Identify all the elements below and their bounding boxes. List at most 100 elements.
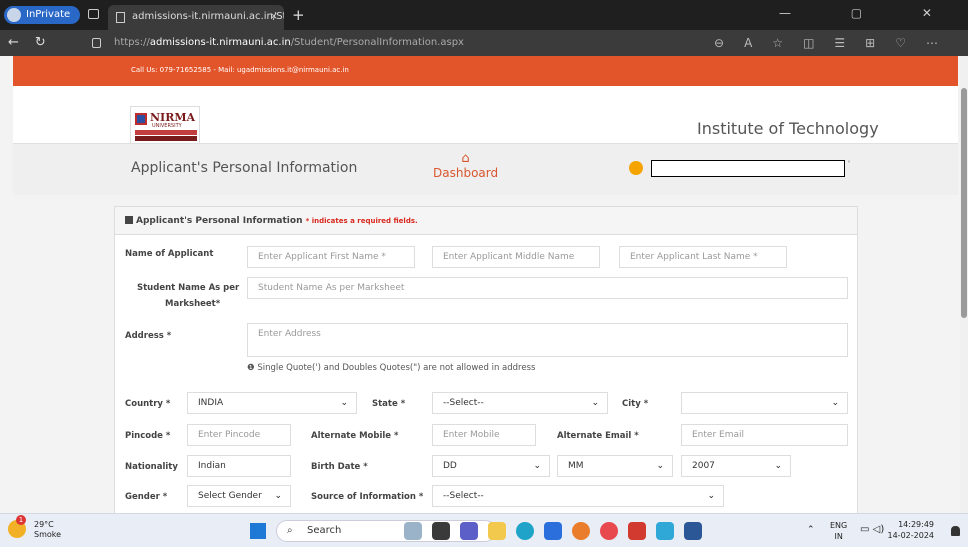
alt-email-label: Alternate Email * — [557, 431, 639, 441]
new-tab-button[interactable]: + — [292, 6, 305, 24]
page-scrollbar[interactable] — [960, 56, 968, 513]
zoom-icon[interactable]: ⊖ — [714, 36, 744, 50]
marksheet-name-input[interactable]: Student Name As per Marksheet — [247, 277, 848, 299]
read-aloud-icon[interactable]: A — [744, 36, 772, 50]
nirma-logo[interactable]: NIRMA UNIVERSITY — [130, 106, 200, 145]
weather-text: 29°C Smoke — [34, 520, 61, 540]
media-player-icon[interactable] — [628, 522, 646, 540]
address-bar: ←↻ https://admissions-it.nirmauni.ac.in/… — [0, 30, 968, 56]
nav-buttons[interactable]: ←↻ — [8, 35, 62, 50]
network-sound-icon[interactable]: ▭ ◁) — [860, 524, 884, 535]
state-label: State * — [372, 399, 406, 409]
browser-tab-bar: InPrivate admissions-it.nirmauni.ac.in/S… — [0, 0, 968, 30]
tab-close-icon[interactable]: × — [270, 5, 278, 29]
lock-icon[interactable] — [92, 38, 101, 48]
teams-icon[interactable] — [460, 522, 478, 540]
scrollbar-thumb[interactable] — [961, 88, 967, 318]
weather-desc: Smoke — [34, 530, 62, 539]
middle-name-input[interactable]: Enter Applicant Middle Name — [432, 246, 600, 268]
page-subheader: Applicant's Personal Information ⌂ Dashb… — [13, 143, 958, 195]
user-name-redacted[interactable] — [651, 160, 845, 177]
birth-date-label: Birth Date * — [311, 462, 368, 472]
panel-heading: Applicant's Personal Information * indic… — [115, 207, 857, 235]
dashboard-link[interactable]: ⌂ Dashboard — [433, 152, 499, 181]
gender-select[interactable]: Select Gender ⌄ — [187, 485, 291, 507]
contact-strip: Call Us: 079-71652585 - Mail: ugadmissio… — [13, 56, 958, 86]
source-select[interactable]: --Select-- ⌄ — [432, 485, 724, 507]
window-controls[interactable]: — ▢ ✕ — [779, 6, 960, 20]
chevron-up-icon[interactable]: ⌃ — [807, 525, 815, 535]
panel-title: Applicant's Personal Information — [136, 216, 303, 226]
search-icon: ⌕ — [287, 525, 293, 536]
tab-actions-icon[interactable] — [88, 9, 99, 19]
browser-toolbar: ⊖A☆◫☰⊞♡⋯ — [714, 36, 958, 50]
country-select[interactable]: INDIA ⌄ — [187, 392, 357, 414]
url-field[interactable]: https://admissions-it.nirmauni.ac.in/Stu… — [114, 37, 464, 48]
state-select[interactable]: --Select-- ⌄ — [432, 392, 608, 414]
inprivate-badge[interactable]: InPrivate — [4, 6, 80, 24]
split-screen-icon[interactable]: ◫ — [803, 36, 834, 50]
word-icon[interactable] — [684, 522, 702, 540]
logo-sub: UNIVERSITY — [152, 123, 182, 129]
clock[interactable]: 14:29:49 14-02-2024 — [888, 519, 935, 541]
birth-year-select[interactable]: 2007 ⌄ — [681, 455, 791, 477]
search-label: Search — [307, 525, 342, 536]
birth-day-select[interactable]: DD ⌄ — [432, 455, 550, 477]
widgets-icon[interactable] — [404, 522, 422, 540]
favorites-list-icon[interactable]: ☰ — [834, 36, 865, 50]
marksheet-label-2: Marksheet* — [165, 299, 221, 309]
source-value: --Select-- — [443, 491, 484, 501]
state-value: --Select-- — [443, 398, 484, 408]
alt-mobile-input[interactable]: Enter Mobile — [432, 424, 536, 446]
firefox-icon[interactable] — [572, 522, 590, 540]
notification-bell-icon[interactable] — [951, 526, 960, 536]
alt-email-input[interactable]: Enter Email — [681, 424, 848, 446]
required-note: * indicates a required fields. — [305, 217, 418, 225]
favorite-star-icon[interactable]: ☆ — [772, 36, 803, 50]
more-icon[interactable]: ⋯ — [926, 36, 958, 50]
web-page: Call Us: 079-71652585 - Mail: ugadmissio… — [0, 56, 960, 513]
name-label: Name of Applicant — [125, 249, 214, 259]
user-icon[interactable] — [629, 161, 643, 175]
address-textarea[interactable]: Enter Address — [247, 323, 848, 357]
city-label: City * — [622, 399, 649, 409]
vivaldi-icon[interactable] — [600, 522, 618, 540]
file-explorer-icon[interactable] — [488, 522, 506, 540]
pincode-label: Pincode * — [125, 431, 171, 441]
country-label: Country * — [125, 399, 171, 409]
windows-taskbar: 1 29°C Smoke ⌕ Search ⌃ ENG IN ▭ ◁) 14:29:4… — [0, 513, 968, 547]
network-app-icon[interactable] — [656, 522, 674, 540]
chevron-down-icon[interactable]: ˅ — [847, 160, 851, 169]
institute-title: Institute of Technology — [697, 119, 879, 138]
tab-admissions[interactable]: admissions-it.nirmauni.ac.in/Stuc × — [108, 5, 284, 30]
chevron-down-icon: ⌄ — [591, 398, 599, 408]
health-icon[interactable]: ♡ — [895, 36, 926, 50]
store-icon[interactable] — [544, 522, 562, 540]
clock-date: 14-02-2024 — [887, 531, 935, 540]
chevron-down-icon: ⌄ — [656, 461, 664, 471]
windows-start-icon[interactable] — [250, 523, 266, 539]
address-note-text: Single Quote(') and Doubles Quotes(") ar… — [257, 363, 536, 373]
site-header: NIRMA UNIVERSITY Institute of Technology — [13, 86, 958, 145]
dashboard-label: Dashboard — [433, 166, 499, 180]
first-name-input[interactable]: Enter Applicant First Name * — [247, 246, 415, 268]
gender-value: Select Gender — [198, 491, 262, 501]
pincode-input[interactable]: Enter Pincode — [187, 424, 291, 446]
nationality-input[interactable]: Indian — [187, 455, 291, 477]
chevron-down-icon: ⌄ — [533, 461, 541, 471]
edge-icon[interactable] — [516, 522, 534, 540]
logo-emblem-inner-icon — [137, 115, 145, 123]
personal-info-panel: Applicant's Personal Information * indic… — [114, 206, 858, 513]
chevron-down-icon: ⌄ — [774, 461, 782, 471]
collections-icon[interactable]: ⊞ — [865, 36, 895, 50]
task-view-icon[interactable] — [432, 522, 450, 540]
source-label: Source of Information * — [311, 492, 424, 502]
lang-secondary: IN — [834, 532, 843, 541]
language-indicator[interactable]: ENG IN — [830, 520, 847, 542]
refresh-icon[interactable]: ↻ — [35, 35, 62, 50]
alt-mobile-label: Alternate Mobile * — [311, 431, 399, 441]
city-select[interactable]: ⌄ — [681, 392, 848, 414]
last-name-input[interactable]: Enter Applicant Last Name * — [619, 246, 787, 268]
back-icon[interactable]: ← — [8, 35, 35, 50]
birth-month-select[interactable]: MM ⌄ — [557, 455, 673, 477]
